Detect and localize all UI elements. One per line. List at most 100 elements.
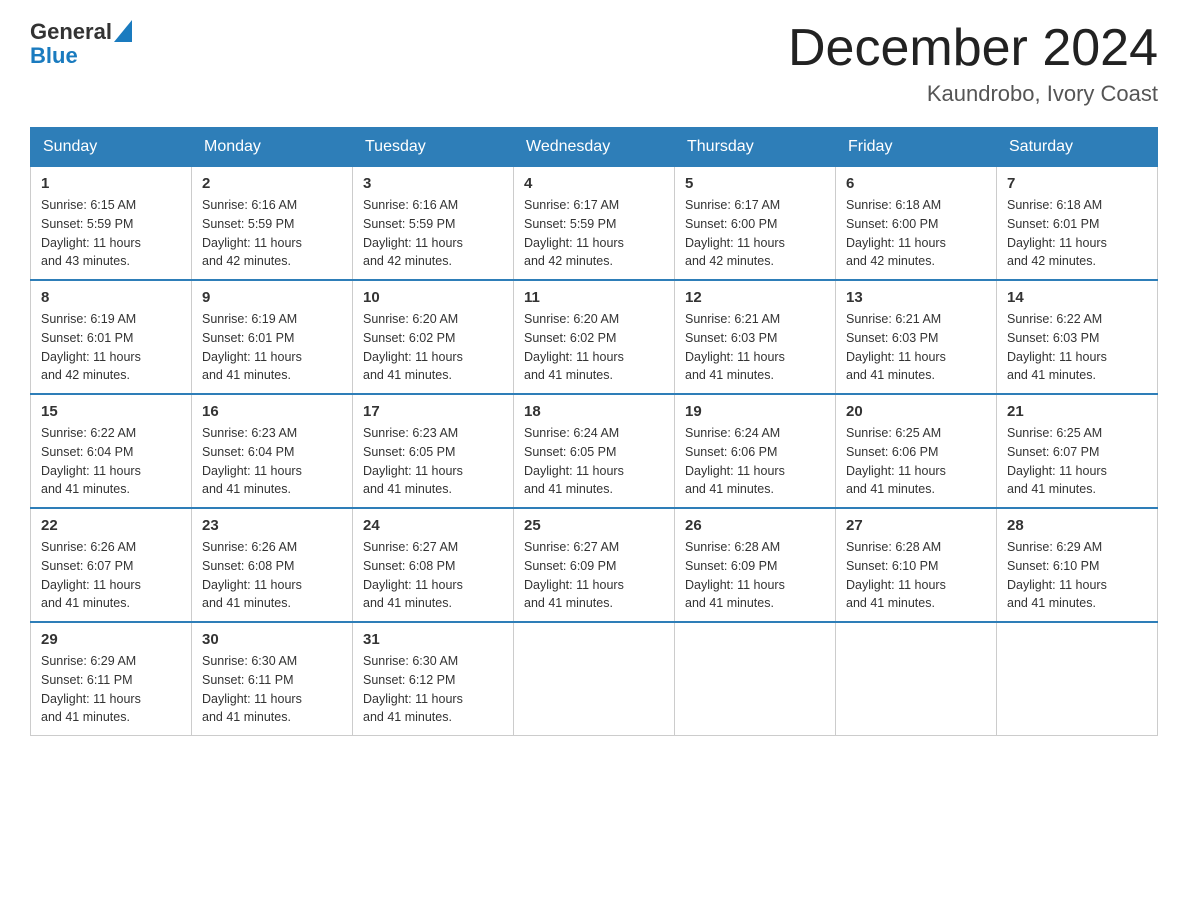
day-info: Sunrise: 6:28 AMSunset: 6:09 PMDaylight:… <box>685 538 825 613</box>
day-number: 2 <box>202 175 342 192</box>
day-info: Sunrise: 6:17 AMSunset: 5:59 PMDaylight:… <box>524 196 664 271</box>
day-info: Sunrise: 6:22 AMSunset: 6:04 PMDaylight:… <box>41 424 181 499</box>
day-info: Sunrise: 6:18 AMSunset: 6:00 PMDaylight:… <box>846 196 986 271</box>
day-cell: 1 Sunrise: 6:15 AMSunset: 5:59 PMDayligh… <box>31 167 192 281</box>
day-cell <box>997 622 1158 736</box>
day-cell: 24 Sunrise: 6:27 AMSunset: 6:08 PMDaylig… <box>353 508 514 622</box>
col-header-saturday: Saturday <box>997 128 1158 167</box>
day-number: 10 <box>363 289 503 306</box>
week-row-3: 15 Sunrise: 6:22 AMSunset: 6:04 PMDaylig… <box>31 394 1158 508</box>
day-cell: 29 Sunrise: 6:29 AMSunset: 6:11 PMDaylig… <box>31 622 192 736</box>
day-info: Sunrise: 6:21 AMSunset: 6:03 PMDaylight:… <box>685 310 825 385</box>
day-number: 27 <box>846 517 986 534</box>
day-cell: 2 Sunrise: 6:16 AMSunset: 5:59 PMDayligh… <box>192 167 353 281</box>
week-row-5: 29 Sunrise: 6:29 AMSunset: 6:11 PMDaylig… <box>31 622 1158 736</box>
day-info: Sunrise: 6:18 AMSunset: 6:01 PMDaylight:… <box>1007 196 1147 271</box>
day-cell: 28 Sunrise: 6:29 AMSunset: 6:10 PMDaylig… <box>997 508 1158 622</box>
day-number: 13 <box>846 289 986 306</box>
day-number: 21 <box>1007 403 1147 420</box>
day-cell: 25 Sunrise: 6:27 AMSunset: 6:09 PMDaylig… <box>514 508 675 622</box>
day-info: Sunrise: 6:26 AMSunset: 6:08 PMDaylight:… <box>202 538 342 613</box>
day-info: Sunrise: 6:25 AMSunset: 6:07 PMDaylight:… <box>1007 424 1147 499</box>
day-cell: 4 Sunrise: 6:17 AMSunset: 5:59 PMDayligh… <box>514 167 675 281</box>
day-cell: 30 Sunrise: 6:30 AMSunset: 6:11 PMDaylig… <box>192 622 353 736</box>
logo-general: General <box>30 20 112 44</box>
day-number: 22 <box>41 517 181 534</box>
location: Kaundrobo, Ivory Coast <box>788 81 1158 107</box>
day-cell: 11 Sunrise: 6:20 AMSunset: 6:02 PMDaylig… <box>514 280 675 394</box>
day-info: Sunrise: 6:19 AMSunset: 6:01 PMDaylight:… <box>202 310 342 385</box>
day-number: 12 <box>685 289 825 306</box>
day-cell: 15 Sunrise: 6:22 AMSunset: 6:04 PMDaylig… <box>31 394 192 508</box>
logo-triangle-icon <box>114 20 132 42</box>
day-number: 17 <box>363 403 503 420</box>
day-cell: 23 Sunrise: 6:26 AMSunset: 6:08 PMDaylig… <box>192 508 353 622</box>
day-number: 26 <box>685 517 825 534</box>
col-header-sunday: Sunday <box>31 128 192 167</box>
month-title: December 2024 <box>788 20 1158 77</box>
day-number: 20 <box>846 403 986 420</box>
calendar-table: SundayMondayTuesdayWednesdayThursdayFrid… <box>30 127 1158 736</box>
day-number: 14 <box>1007 289 1147 306</box>
day-number: 28 <box>1007 517 1147 534</box>
day-number: 18 <box>524 403 664 420</box>
day-number: 11 <box>524 289 664 306</box>
week-row-1: 1 Sunrise: 6:15 AMSunset: 5:59 PMDayligh… <box>31 167 1158 281</box>
day-cell: 14 Sunrise: 6:22 AMSunset: 6:03 PMDaylig… <box>997 280 1158 394</box>
day-number: 15 <box>41 403 181 420</box>
week-row-4: 22 Sunrise: 6:26 AMSunset: 6:07 PMDaylig… <box>31 508 1158 622</box>
day-number: 30 <box>202 631 342 648</box>
day-number: 24 <box>363 517 503 534</box>
day-cell: 19 Sunrise: 6:24 AMSunset: 6:06 PMDaylig… <box>675 394 836 508</box>
day-info: Sunrise: 6:23 AMSunset: 6:05 PMDaylight:… <box>363 424 503 499</box>
day-info: Sunrise: 6:27 AMSunset: 6:09 PMDaylight:… <box>524 538 664 613</box>
logo-blue: Blue <box>30 43 78 68</box>
day-info: Sunrise: 6:15 AMSunset: 5:59 PMDaylight:… <box>41 196 181 271</box>
day-info: Sunrise: 6:30 AMSunset: 6:11 PMDaylight:… <box>202 652 342 727</box>
day-info: Sunrise: 6:23 AMSunset: 6:04 PMDaylight:… <box>202 424 342 499</box>
day-info: Sunrise: 6:16 AMSunset: 5:59 PMDaylight:… <box>202 196 342 271</box>
day-info: Sunrise: 6:17 AMSunset: 6:00 PMDaylight:… <box>685 196 825 271</box>
day-info: Sunrise: 6:30 AMSunset: 6:12 PMDaylight:… <box>363 652 503 727</box>
calendar-header-row: SundayMondayTuesdayWednesdayThursdayFrid… <box>31 128 1158 167</box>
day-info: Sunrise: 6:24 AMSunset: 6:05 PMDaylight:… <box>524 424 664 499</box>
day-number: 1 <box>41 175 181 192</box>
day-cell: 18 Sunrise: 6:24 AMSunset: 6:05 PMDaylig… <box>514 394 675 508</box>
day-number: 4 <box>524 175 664 192</box>
day-cell: 12 Sunrise: 6:21 AMSunset: 6:03 PMDaylig… <box>675 280 836 394</box>
day-number: 8 <box>41 289 181 306</box>
day-cell: 17 Sunrise: 6:23 AMSunset: 6:05 PMDaylig… <box>353 394 514 508</box>
day-info: Sunrise: 6:27 AMSunset: 6:08 PMDaylight:… <box>363 538 503 613</box>
day-info: Sunrise: 6:20 AMSunset: 6:02 PMDaylight:… <box>363 310 503 385</box>
day-info: Sunrise: 6:24 AMSunset: 6:06 PMDaylight:… <box>685 424 825 499</box>
day-cell <box>675 622 836 736</box>
day-cell: 27 Sunrise: 6:28 AMSunset: 6:10 PMDaylig… <box>836 508 997 622</box>
day-cell: 9 Sunrise: 6:19 AMSunset: 6:01 PMDayligh… <box>192 280 353 394</box>
day-cell: 8 Sunrise: 6:19 AMSunset: 6:01 PMDayligh… <box>31 280 192 394</box>
day-cell: 5 Sunrise: 6:17 AMSunset: 6:00 PMDayligh… <box>675 167 836 281</box>
day-info: Sunrise: 6:29 AMSunset: 6:10 PMDaylight:… <box>1007 538 1147 613</box>
logo: General Blue <box>30 20 132 68</box>
day-number: 3 <box>363 175 503 192</box>
day-number: 29 <box>41 631 181 648</box>
day-cell: 31 Sunrise: 6:30 AMSunset: 6:12 PMDaylig… <box>353 622 514 736</box>
day-info: Sunrise: 6:19 AMSunset: 6:01 PMDaylight:… <box>41 310 181 385</box>
day-number: 16 <box>202 403 342 420</box>
col-header-monday: Monday <box>192 128 353 167</box>
day-cell: 10 Sunrise: 6:20 AMSunset: 6:02 PMDaylig… <box>353 280 514 394</box>
day-cell: 26 Sunrise: 6:28 AMSunset: 6:09 PMDaylig… <box>675 508 836 622</box>
day-cell: 21 Sunrise: 6:25 AMSunset: 6:07 PMDaylig… <box>997 394 1158 508</box>
title-block: December 2024 Kaundrobo, Ivory Coast <box>788 20 1158 107</box>
day-number: 31 <box>363 631 503 648</box>
day-cell: 22 Sunrise: 6:26 AMSunset: 6:07 PMDaylig… <box>31 508 192 622</box>
day-info: Sunrise: 6:20 AMSunset: 6:02 PMDaylight:… <box>524 310 664 385</box>
col-header-thursday: Thursday <box>675 128 836 167</box>
day-info: Sunrise: 6:29 AMSunset: 6:11 PMDaylight:… <box>41 652 181 727</box>
day-number: 6 <box>846 175 986 192</box>
day-info: Sunrise: 6:21 AMSunset: 6:03 PMDaylight:… <box>846 310 986 385</box>
day-number: 23 <box>202 517 342 534</box>
day-number: 7 <box>1007 175 1147 192</box>
day-info: Sunrise: 6:22 AMSunset: 6:03 PMDaylight:… <box>1007 310 1147 385</box>
col-header-tuesday: Tuesday <box>353 128 514 167</box>
day-cell: 6 Sunrise: 6:18 AMSunset: 6:00 PMDayligh… <box>836 167 997 281</box>
